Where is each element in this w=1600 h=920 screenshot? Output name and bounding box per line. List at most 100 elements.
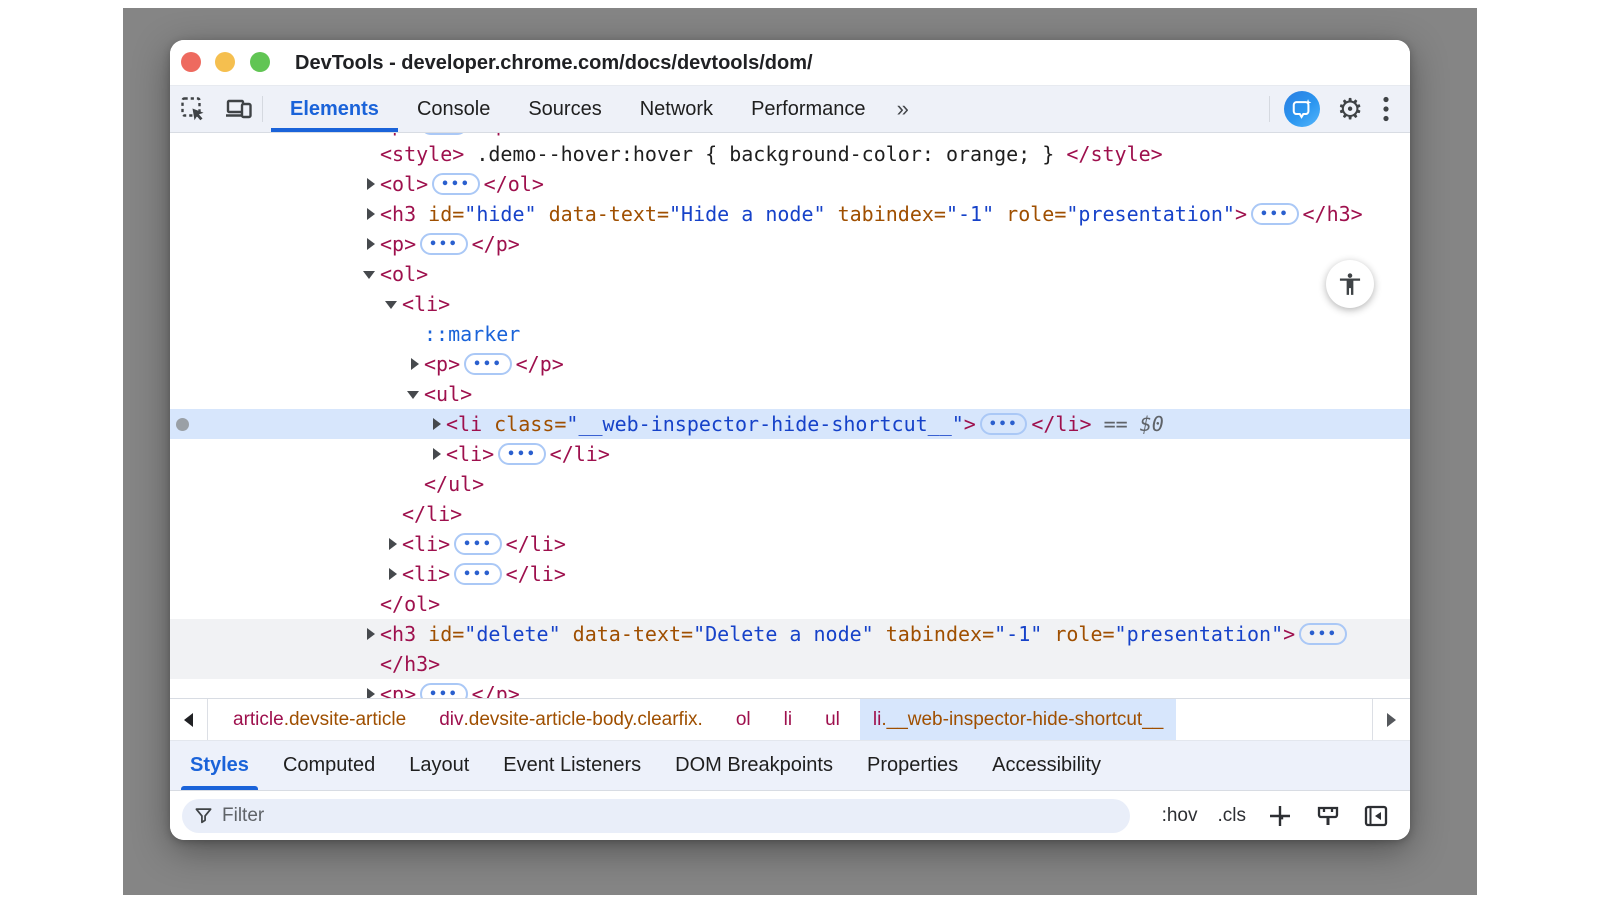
collapse-arrow-icon[interactable] bbox=[407, 379, 424, 409]
collapsed-content-pill[interactable]: ••• bbox=[432, 173, 479, 195]
dom-tree-row[interactable]: <ul> bbox=[170, 379, 1410, 409]
dom-tree-row[interactable]: </ol> bbox=[170, 589, 1410, 619]
tab-layout[interactable]: Layout bbox=[392, 741, 486, 790]
dom-tree-row[interactable]: </h3> bbox=[170, 649, 1410, 679]
minimize-button[interactable] bbox=[215, 52, 235, 72]
zoom-button[interactable] bbox=[250, 52, 270, 72]
dom-tree-row[interactable]: <li>•••</li> bbox=[170, 439, 1410, 469]
breadcrumb-item[interactable]: article.devsite-article bbox=[220, 699, 419, 740]
expand-arrow-icon[interactable] bbox=[385, 529, 402, 559]
dom-tree-row[interactable]: <li> bbox=[170, 289, 1410, 319]
dom-tree-row[interactable]: <p>•••</p> bbox=[170, 349, 1410, 379]
tab-styles[interactable]: Styles bbox=[173, 741, 266, 790]
toolbar-divider bbox=[1269, 96, 1270, 122]
code-segment-attr: role= bbox=[1042, 622, 1114, 646]
toolbar-divider bbox=[262, 96, 263, 122]
cls-toggle[interactable]: .cls bbox=[1210, 801, 1255, 831]
rendering-emulations-button[interactable] bbox=[1306, 799, 1350, 833]
breadcrumb-item[interactable]: div.devsite-article-body.clearfix. bbox=[426, 699, 716, 740]
filter-input[interactable] bbox=[222, 805, 1118, 827]
code-segment-tag: </li> bbox=[402, 502, 462, 526]
expand-arrow-icon[interactable] bbox=[363, 199, 380, 229]
accessibility-overlay-button[interactable] bbox=[1326, 260, 1374, 308]
new-style-rule-button[interactable] bbox=[1258, 799, 1302, 833]
dom-tree-row[interactable]: <ol>•••</ol> bbox=[170, 169, 1410, 199]
ai-sparkle-bubble-icon bbox=[1291, 98, 1313, 120]
tab-performance[interactable]: Performance bbox=[732, 86, 885, 132]
code-segment-tag: <li> bbox=[446, 442, 494, 466]
tab-properties[interactable]: Properties bbox=[850, 741, 975, 790]
ai-assistance-button[interactable] bbox=[1284, 91, 1320, 127]
breadcrumb-classes: .devsite-article-body.clearfix. bbox=[463, 709, 702, 731]
breadcrumb-tag: ul bbox=[825, 709, 840, 731]
breadcrumb-item[interactable]: ul bbox=[812, 699, 853, 740]
code-segment-val: "Hide a node" bbox=[669, 202, 826, 226]
filter-field[interactable] bbox=[182, 799, 1130, 833]
sidebar-tabs: Styles Computed Layout Event Listeners D… bbox=[170, 740, 1410, 790]
dom-tree-row[interactable]: <ol> bbox=[170, 259, 1410, 289]
tab-event-listeners[interactable]: Event Listeners bbox=[486, 741, 658, 790]
breadcrumb-item[interactable]: ol bbox=[723, 699, 764, 740]
tab-elements[interactable]: Elements bbox=[271, 86, 398, 132]
expand-arrow-icon[interactable] bbox=[429, 439, 446, 469]
dom-tree-row[interactable]: <style> .demo--hover:hover { background-… bbox=[170, 139, 1410, 169]
dom-tree-row[interactable]: <li>•••</li> bbox=[170, 559, 1410, 589]
collapsed-content-pill[interactable]: ••• bbox=[420, 683, 467, 698]
collapsed-content-pill[interactable]: ••• bbox=[420, 133, 467, 135]
collapsed-content-pill[interactable]: ••• bbox=[1251, 203, 1298, 225]
breadcrumb-item-selected[interactable]: li.__web-inspector-hide-shortcut__ bbox=[860, 699, 1176, 740]
dom-tree-row[interactable]: ::marker bbox=[170, 319, 1410, 349]
collapsed-content-pill[interactable]: ••• bbox=[980, 413, 1027, 435]
dom-tree-row[interactable]: <h3 id="delete" data-text="Delete a node… bbox=[170, 619, 1410, 649]
expand-arrow-icon[interactable] bbox=[363, 679, 380, 698]
code-segment-tag: > bbox=[1283, 622, 1295, 646]
breadcrumb-scroll-left-button[interactable] bbox=[170, 699, 208, 740]
collapsed-content-pill[interactable]: ••• bbox=[454, 533, 501, 555]
tab-console[interactable]: Console bbox=[398, 86, 509, 132]
expand-arrow-icon[interactable] bbox=[407, 349, 424, 379]
tab-sources[interactable]: Sources bbox=[509, 86, 620, 132]
breadcrumb-item[interactable]: li bbox=[771, 699, 805, 740]
more-options-button[interactable] bbox=[1372, 95, 1400, 123]
collapsed-content-pill[interactable]: ••• bbox=[420, 233, 467, 255]
tab-network[interactable]: Network bbox=[621, 86, 732, 132]
collapsed-content-pill[interactable]: ••• bbox=[498, 443, 545, 465]
code-segment-tag: <h3 bbox=[380, 622, 416, 646]
dom-tree-row[interactable]: </li> bbox=[170, 499, 1410, 529]
dom-tree-row[interactable]: <li>•••</li> bbox=[170, 529, 1410, 559]
dom-tree-row[interactable]: <p>•••</p> bbox=[170, 229, 1410, 259]
code-segment-tag: </style> bbox=[1066, 142, 1162, 166]
devtools-toolbar: Elements Console Sources Network Perform… bbox=[170, 85, 1410, 133]
tab-accessibility[interactable]: Accessibility bbox=[975, 741, 1118, 790]
tab-computed[interactable]: Computed bbox=[266, 741, 392, 790]
code-segment-var: $0 bbox=[1140, 412, 1164, 436]
dom-tree-row-selected[interactable]: <li class="__web-inspector-hide-shortcut… bbox=[170, 409, 1410, 439]
collapsed-content-pill[interactable]: ••• bbox=[1299, 623, 1346, 645]
expand-arrow-icon[interactable] bbox=[363, 169, 380, 199]
dom-tree: <p>•••</p> <style> .demo--hover:hover { b… bbox=[170, 133, 1410, 698]
settings-gear-icon[interactable]: ⚙ bbox=[1328, 95, 1372, 124]
dom-tree-row[interactable]: <p>•••</p> bbox=[170, 679, 1410, 698]
collapsed-content-pill[interactable]: ••• bbox=[454, 563, 501, 585]
hov-state-toggle[interactable]: :hov bbox=[1154, 801, 1206, 831]
more-tabs-button[interactable]: » bbox=[885, 86, 919, 132]
code-segment-val: "Delete a node" bbox=[693, 622, 874, 646]
toolbar-right-controls: ⚙ bbox=[1269, 86, 1410, 132]
expand-arrow-icon[interactable] bbox=[363, 229, 380, 259]
toggle-sidebar-button[interactable] bbox=[1354, 799, 1398, 833]
code-segment-tag: <p> bbox=[380, 682, 416, 698]
dom-tree-row[interactable]: </ul> bbox=[170, 469, 1410, 499]
collapsed-content-pill[interactable]: ••• bbox=[464, 353, 511, 375]
collapse-arrow-icon[interactable] bbox=[363, 259, 380, 289]
expand-arrow-icon[interactable] bbox=[429, 409, 446, 439]
close-button[interactable] bbox=[181, 52, 201, 72]
code-segment-tag: <p> bbox=[380, 133, 416, 136]
collapse-arrow-icon[interactable] bbox=[385, 289, 402, 319]
expand-arrow-icon[interactable] bbox=[385, 559, 402, 589]
expand-arrow-icon[interactable] bbox=[363, 619, 380, 649]
inspect-element-button[interactable] bbox=[170, 86, 216, 132]
tab-dom-breakpoints[interactable]: DOM Breakpoints bbox=[658, 741, 850, 790]
breadcrumb-scroll-right-button[interactable] bbox=[1372, 699, 1410, 740]
dom-tree-row[interactable]: <h3 id="hide" data-text="Hide a node" ta… bbox=[170, 199, 1410, 229]
toggle-device-toolbar-button[interactable] bbox=[216, 86, 262, 132]
